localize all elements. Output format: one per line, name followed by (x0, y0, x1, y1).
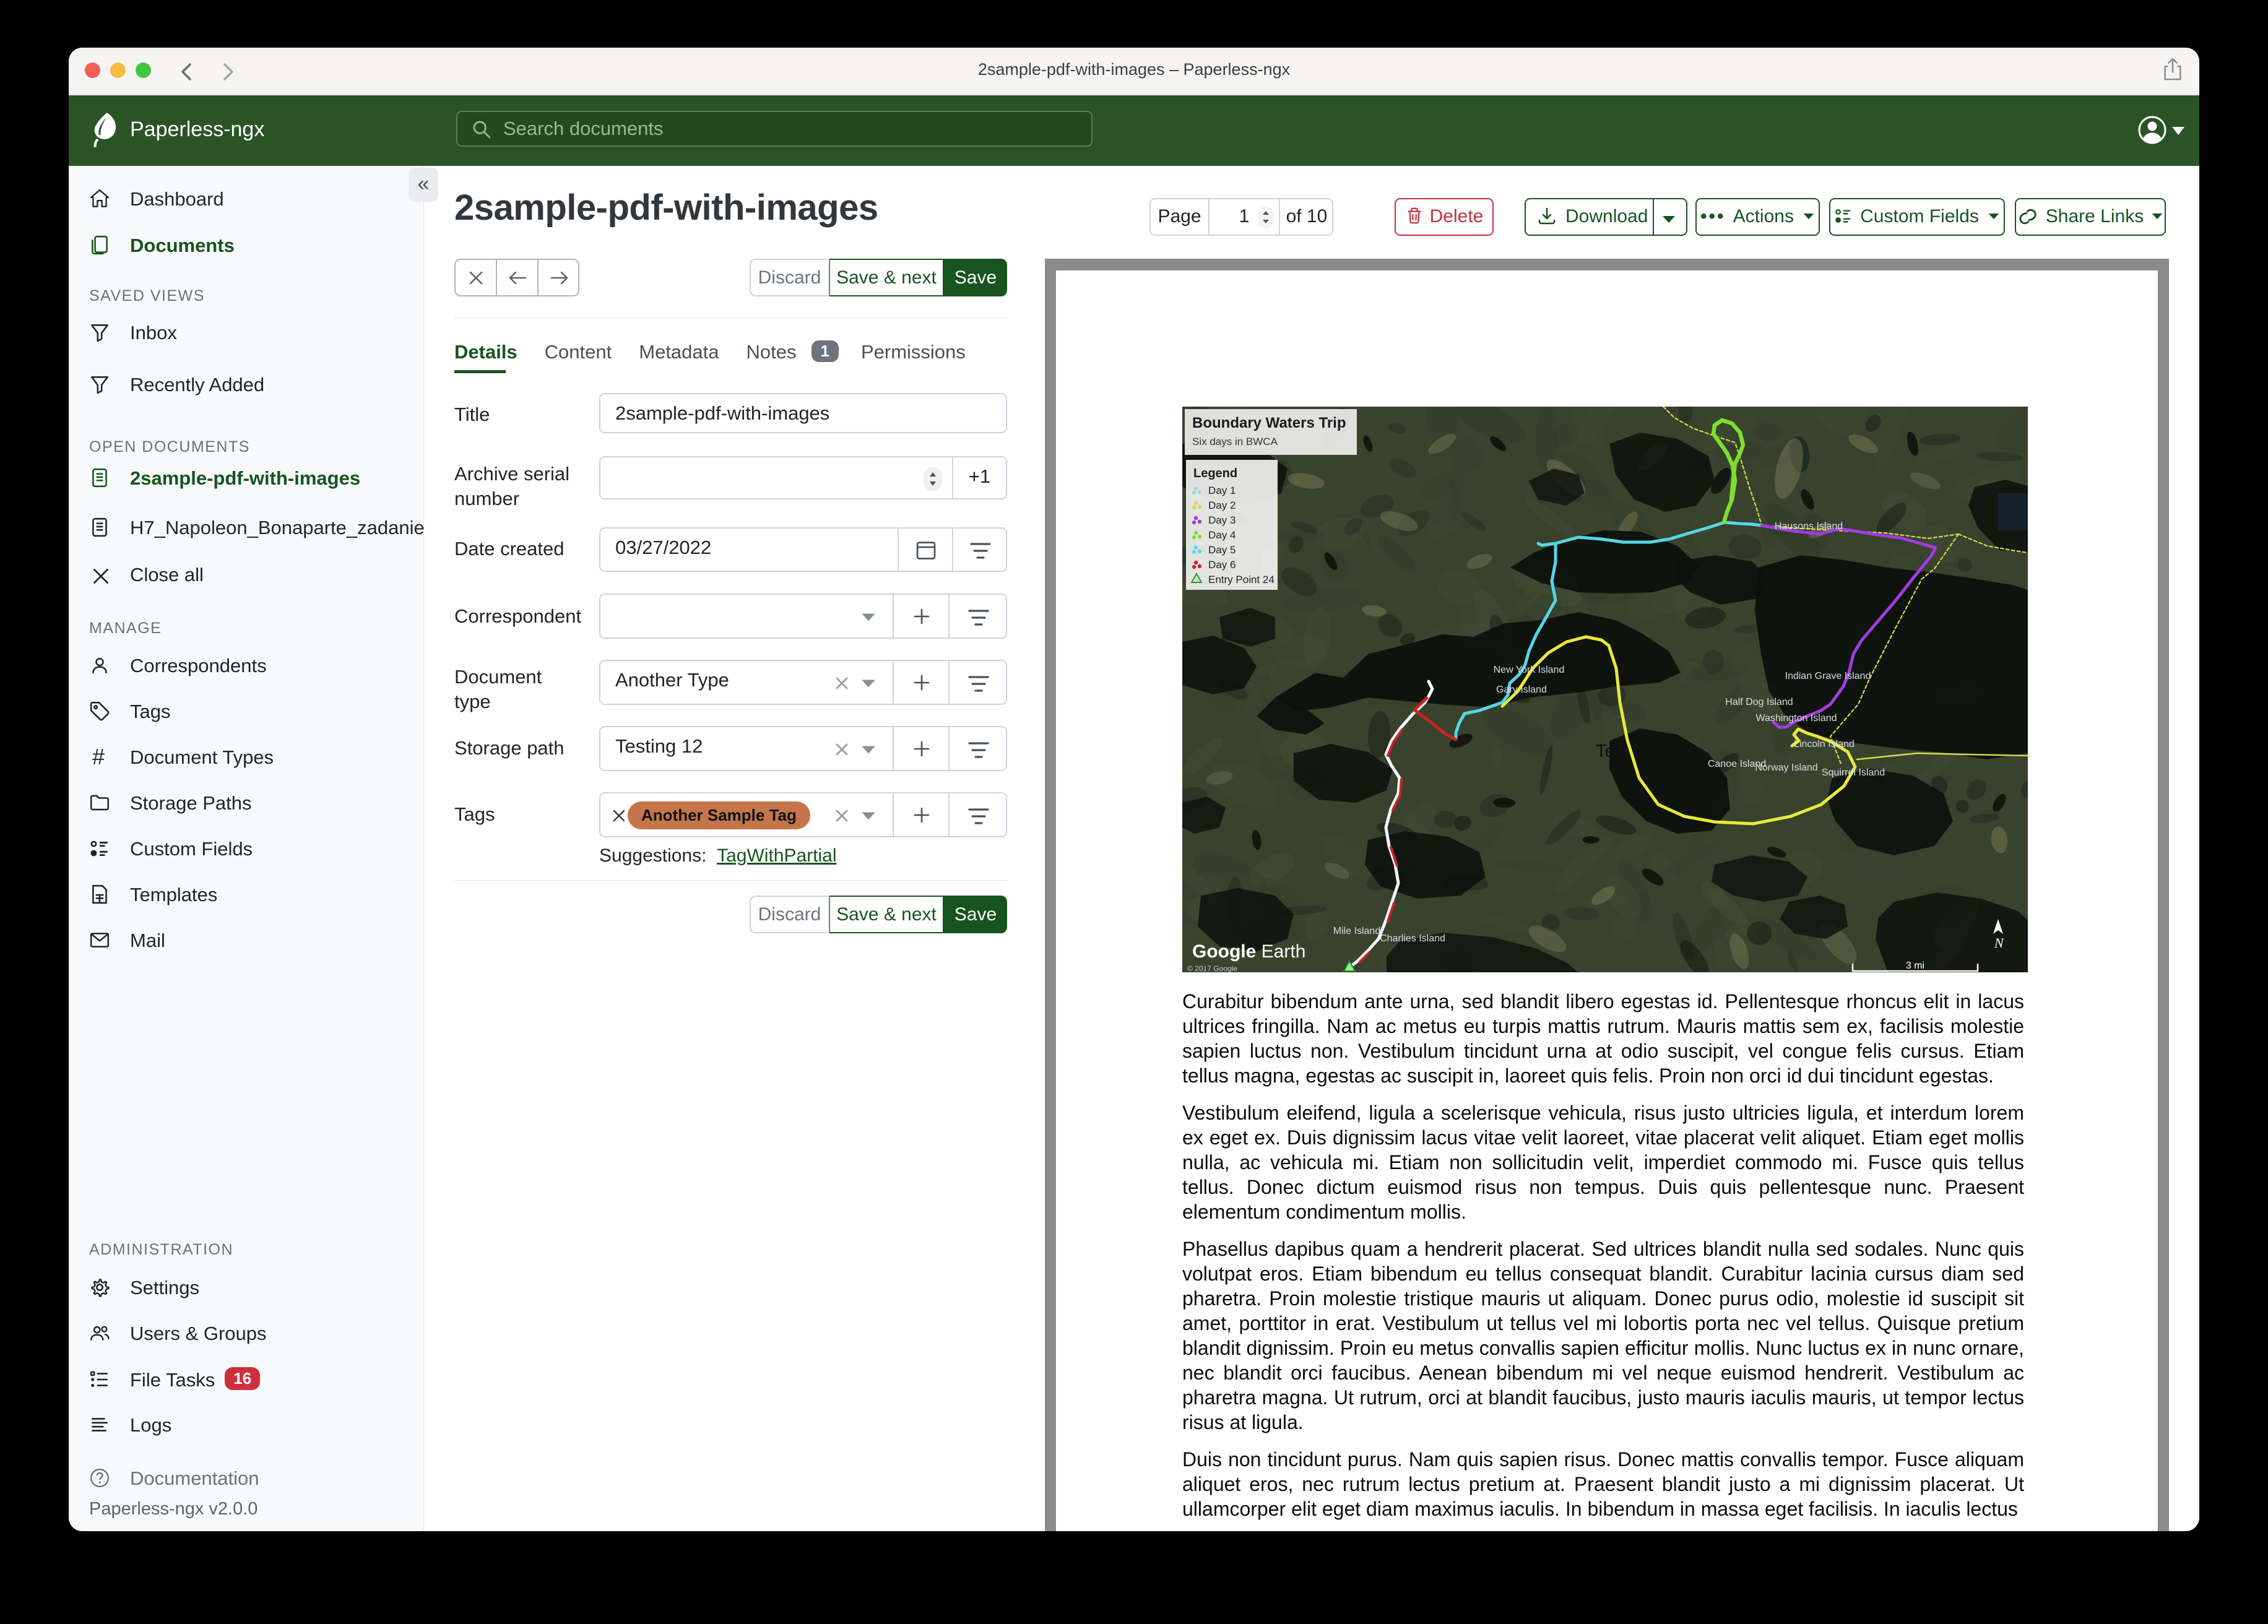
svg-text:Legend: Legend (1193, 467, 1237, 480)
svg-text:3 mi: 3 mi (1906, 961, 1924, 971)
svg-text:Charlies Island: Charlies Island (1380, 933, 1445, 944)
svg-text:Mile Island: Mile Island (1333, 926, 1380, 936)
svg-text:Lincoln Island: Lincoln Island (1794, 739, 1855, 749)
svg-text:Day 2: Day 2 (1208, 499, 1236, 511)
svg-text:N: N (1994, 935, 2004, 951)
svg-text:Gary Island: Gary Island (1496, 685, 1547, 695)
svg-text:Day 5: Day 5 (1208, 544, 1236, 556)
svg-text:Squirrel Island: Squirrel Island (1822, 767, 1885, 778)
svg-text:Text: Text (1596, 741, 1629, 761)
svg-text:Indian Grave Island: Indian Grave Island (1785, 671, 1871, 681)
svg-text:Half Dog Island: Half Dog Island (1725, 697, 1793, 707)
svg-text:Entry Point 24: Entry Point 24 (1208, 574, 1275, 585)
svg-text:Day 6: Day 6 (1208, 559, 1236, 571)
svg-text:Norway Island: Norway Island (1755, 762, 1817, 773)
svg-text:© 2017 Google: © 2017 Google (1187, 964, 1237, 972)
svg-text:Google Earth: Google Earth (1192, 941, 1305, 962)
svg-text:Day 4: Day 4 (1208, 529, 1236, 541)
svg-text:Washington Island: Washington Island (1755, 713, 1837, 723)
svg-text:Hausons Island: Hausons Island (1775, 521, 1843, 532)
svg-text:Day 3: Day 3 (1208, 514, 1236, 526)
svg-text:Six days in BWCA: Six days in BWCA (1192, 436, 1278, 447)
svg-text:Day 1: Day 1 (1208, 485, 1236, 496)
svg-text:Boundary Waters Trip: Boundary Waters Trip (1192, 415, 1346, 431)
svg-text:New York Island: New York Island (1494, 665, 1565, 675)
